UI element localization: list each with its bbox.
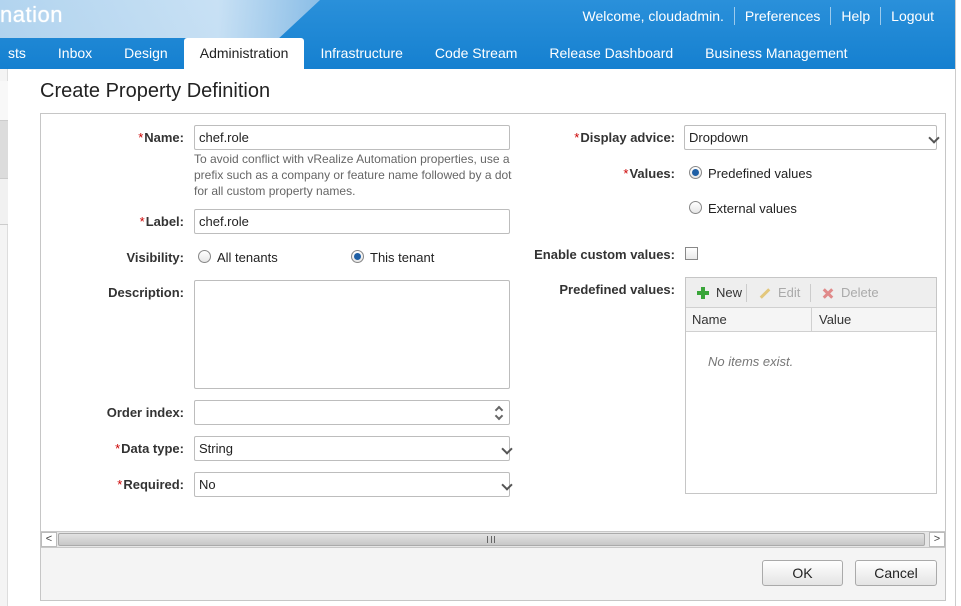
tab-code-stream[interactable]: Code Stream	[419, 38, 533, 69]
user-bar: Welcome, cloudadmin. Preferences Help Lo…	[573, 7, 944, 25]
dialog-footer: OK Cancel	[41, 548, 945, 600]
required-select[interactable]: No	[194, 472, 510, 497]
tab-release-dashboard[interactable]: Release Dashboard	[533, 38, 689, 69]
new-label: New	[716, 285, 743, 300]
enable-custom-values-label: Enable custom values:	[534, 247, 675, 262]
data-type-label: *Data type:	[115, 441, 184, 456]
all-tenants-label: All tenants	[217, 250, 278, 265]
visibility-label: Visibility:	[126, 250, 184, 265]
predefined-values-grid: New Edit Delete Name Value No items exis…	[685, 277, 937, 494]
page-title: Create Property Definition	[40, 80, 271, 102]
window-edge	[955, 0, 961, 606]
name-input[interactable]: chef.role	[194, 125, 510, 150]
this-tenant-radio[interactable]	[351, 250, 364, 263]
logo-text: nation	[0, 2, 63, 27]
edit-button[interactable]: Edit	[758, 285, 800, 300]
grid-toolbar: New Edit Delete	[686, 278, 936, 308]
logout-link[interactable]: Logout	[881, 8, 944, 24]
product-logo: nation	[0, 0, 330, 38]
cancel-button[interactable]: Cancel	[855, 560, 937, 586]
edit-label: Edit	[778, 285, 801, 300]
plus-icon	[696, 286, 710, 300]
left-nav-strip	[0, 69, 8, 606]
data-type-value: String	[199, 441, 233, 456]
external-values-option: External values	[708, 201, 797, 216]
column-header-name[interactable]: Name	[692, 312, 727, 327]
description-label: Description:	[108, 285, 184, 300]
preferences-link[interactable]: Preferences	[735, 8, 830, 24]
tab-business-management[interactable]: Business Management	[689, 38, 863, 69]
predefined-values-label: Predefined values:	[559, 282, 675, 297]
values-label: *Values:	[623, 166, 675, 181]
horizontal-scrollbar[interactable]: < >	[41, 531, 945, 548]
tab-infrastructure[interactable]: Infrastructure	[304, 38, 418, 69]
predefined-values-option: Predefined values	[708, 166, 813, 181]
display-advice-select[interactable]: Dropdown	[684, 125, 937, 150]
delete-x-icon	[821, 286, 835, 300]
required-label: *Required:	[117, 477, 184, 492]
order-index-label: Order index:	[106, 405, 184, 420]
new-button[interactable]: New	[696, 285, 742, 300]
pencil-icon	[758, 286, 772, 300]
all-tenants-radio[interactable]	[198, 250, 211, 263]
tab-administration[interactable]: Administration	[183, 38, 305, 69]
label-label: *Label:	[139, 214, 184, 229]
required-value: No	[199, 477, 216, 492]
top-banner: nation Welcome, cloudadmin. Preferences …	[0, 0, 955, 69]
tab-design[interactable]: Design	[108, 38, 184, 69]
scroll-left-icon[interactable]: <	[41, 532, 57, 547]
grid-header: Name Value	[686, 308, 936, 332]
display-advice-label: *Display advice:	[574, 130, 675, 145]
description-textarea[interactable]	[194, 280, 510, 389]
scroll-right-icon[interactable]: >	[929, 532, 945, 547]
spinner-arrows-icon[interactable]	[494, 403, 505, 423]
enable-custom-values-checkbox[interactable]	[685, 247, 698, 260]
scrollbar-thumb[interactable]	[58, 533, 925, 546]
tab-inbox[interactable]: Inbox	[42, 38, 108, 69]
display-advice-value: Dropdown	[689, 130, 749, 145]
help-link[interactable]: Help	[831, 8, 880, 24]
ok-button[interactable]: OK	[762, 560, 843, 586]
name-label: *Name:	[138, 130, 184, 145]
welcome-text: Welcome, cloudadmin.	[582, 8, 724, 24]
label-input[interactable]: chef.role	[194, 209, 510, 234]
predefined-values-radio[interactable]	[689, 166, 702, 179]
tab-requests[interactable]: sts	[0, 38, 42, 69]
delete-button[interactable]: Delete	[821, 285, 879, 300]
data-type-select[interactable]: String	[194, 436, 510, 461]
external-values-radio[interactable]	[689, 201, 702, 214]
name-help-text: To avoid conflict with vRealize Automati…	[194, 152, 512, 198]
column-header-value[interactable]: Value	[819, 312, 851, 327]
delete-label: Delete	[841, 285, 879, 300]
empty-grid-message: No items exist.	[708, 354, 794, 369]
main-tabs: sts Inbox Design Administration Infrastr…	[0, 38, 864, 69]
this-tenant-label: This tenant	[370, 250, 435, 265]
order-index-stepper[interactable]	[194, 400, 510, 425]
